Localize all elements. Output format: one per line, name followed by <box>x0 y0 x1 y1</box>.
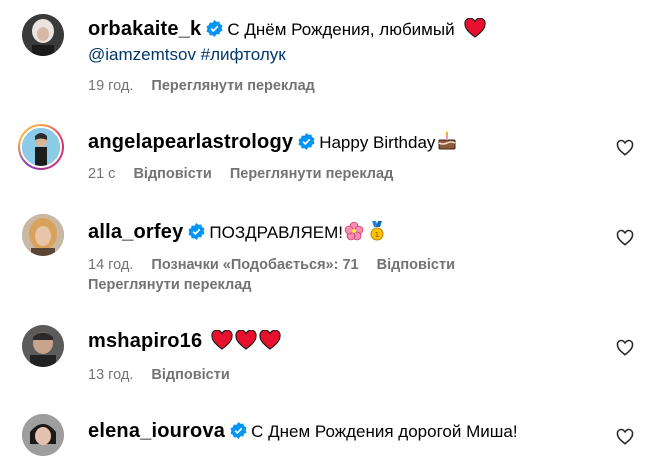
comment-text: С Днём Рождения, любимый <box>227 20 455 39</box>
red-heart-icon <box>211 330 233 350</box>
red-heart-icon <box>464 18 486 38</box>
timestamp[interactable]: 19 год. <box>88 78 133 94</box>
verified-badge-icon <box>188 223 205 240</box>
timestamp[interactable]: 14 год. <box>88 257 133 273</box>
username[interactable]: mshapiro16 <box>88 330 202 352</box>
birthday-cake-icon <box>438 131 456 150</box>
timestamp[interactable]: 21 с <box>88 166 115 182</box>
verified-badge-icon <box>206 20 223 37</box>
comment-meta: 19 год. Переглянути переклад <box>88 78 315 94</box>
svg-text:1: 1 <box>375 231 379 239</box>
comment-line: elena_iourova С Днем Рождения дорогой Миш… <box>88 420 518 443</box>
medal-icon: 1 <box>370 221 384 241</box>
comment-meta: 21 с Відповісти Переглянути переклад <box>88 166 393 182</box>
red-heart-icon <box>259 330 281 350</box>
username[interactable]: angelapearlastrology <box>88 131 293 153</box>
username[interactable]: orbakaite_k <box>88 18 201 40</box>
comment-line: orbakaite_k С Днём Рождения, любимый <box>88 18 486 41</box>
comment-line: mshapiro16 <box>88 330 281 353</box>
reply-button[interactable]: Відповісти <box>133 166 211 182</box>
avatar[interactable] <box>22 325 64 367</box>
like-heart-icon[interactable] <box>616 229 634 247</box>
username[interactable]: alla_orfey <box>88 221 183 243</box>
comment-text: С Днем Рождения дорогой Миша! <box>251 422 518 441</box>
username[interactable]: elena_iourova <box>88 420 225 442</box>
reply-button[interactable]: Відповісти <box>151 367 229 383</box>
comment-line: angelapearlastrology Happy Birthday <box>88 131 458 154</box>
like-heart-icon[interactable] <box>616 428 634 446</box>
comment-line: alla_orfey ПОЗДРАВЛЯЕМ! 1 <box>88 221 387 244</box>
see-translation-button[interactable]: Переглянути переклад <box>230 166 393 182</box>
mention-tags[interactable]: @iamzemtsov #лифтолук <box>88 45 286 65</box>
comment-meta-line2: Переглянути переклад <box>88 277 251 293</box>
see-translation-button[interactable]: Переглянути переклад <box>88 277 251 293</box>
comment-text: Happy Birthday <box>319 133 436 152</box>
avatar[interactable] <box>22 14 64 56</box>
timestamp[interactable]: 13 год. <box>88 367 133 383</box>
comment-meta: 13 год. Відповісти <box>88 367 230 383</box>
verified-badge-icon <box>298 133 315 150</box>
comment-meta: 14 год. Позначки «Подобається»: 71 Відпо… <box>88 257 455 273</box>
avatar[interactable] <box>18 124 64 170</box>
verified-badge-icon <box>230 422 247 439</box>
avatar[interactable] <box>22 414 64 456</box>
comment-text: ПОЗДРАВЛЯЕМ! <box>209 223 343 242</box>
see-translation-button[interactable]: Переглянути переклад <box>151 78 314 94</box>
red-heart-icon <box>235 330 257 350</box>
likes-count-button[interactable]: Позначки «Подобається»: 71 <box>151 257 358 273</box>
like-heart-icon[interactable] <box>616 139 634 157</box>
hibiscus-icon <box>344 221 364 241</box>
avatar[interactable] <box>22 214 64 256</box>
like-heart-icon[interactable] <box>616 339 634 357</box>
reply-button[interactable]: Відповісти <box>377 257 455 273</box>
